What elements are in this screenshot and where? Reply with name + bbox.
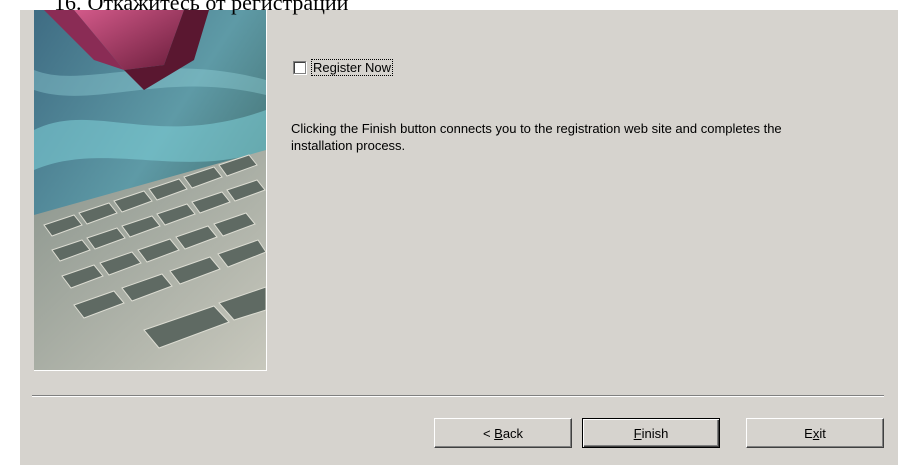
register-now-option[interactable]: Register Now bbox=[293, 59, 394, 76]
finish-description: Clicking the Finish button connects you … bbox=[291, 121, 782, 153]
exit-button[interactable]: Exit bbox=[746, 418, 884, 448]
setup-wizard-dialog: Register Now Clicking the Finish button … bbox=[20, 10, 898, 465]
finish-button[interactable]: Finish bbox=[582, 418, 720, 448]
heading-number: 16. bbox=[54, 0, 82, 15]
document-heading: 16. Откажитесь от регистрации bbox=[54, 0, 348, 16]
separator-line bbox=[32, 395, 884, 397]
register-now-checkbox[interactable] bbox=[293, 61, 306, 74]
back-button[interactable]: < Back bbox=[434, 418, 572, 448]
register-now-label[interactable]: Register Now bbox=[310, 59, 394, 76]
keyboard-illustration bbox=[34, 10, 267, 371]
heading-text: Откажитесь от регистрации bbox=[87, 0, 349, 15]
